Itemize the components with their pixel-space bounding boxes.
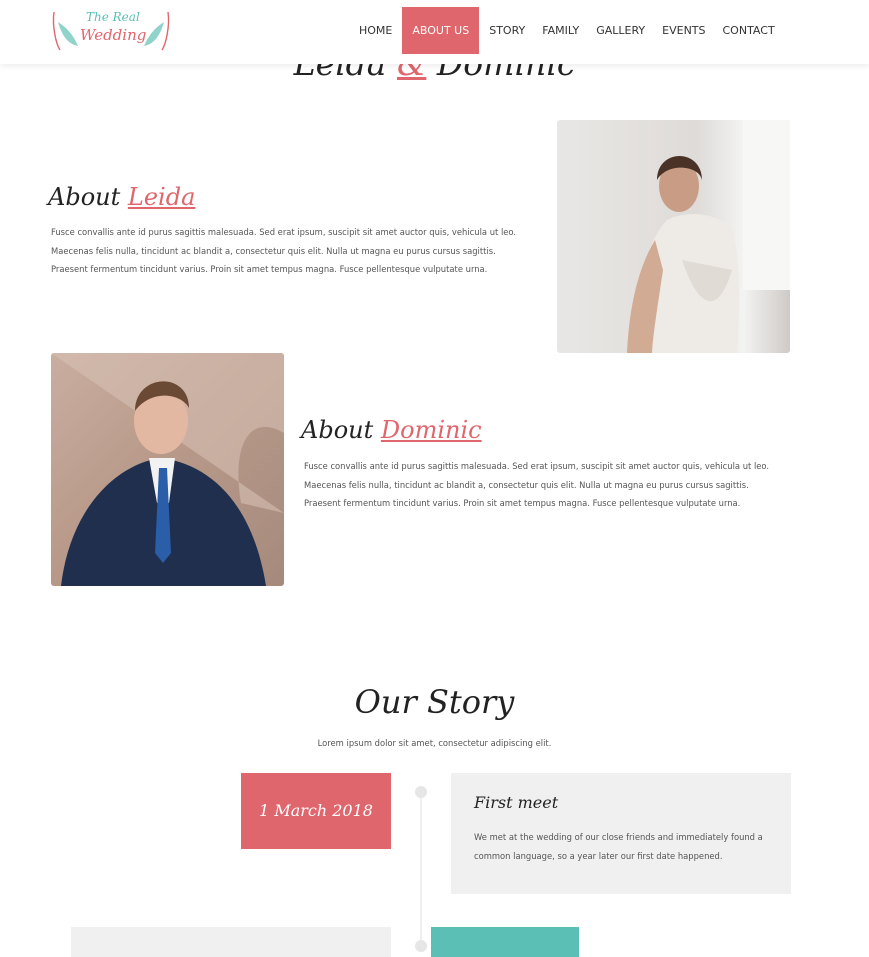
nav-events[interactable]: EVENTS (655, 7, 712, 54)
nav-about-us[interactable]: ABOUT US (402, 7, 480, 54)
event-title: First meet (474, 793, 559, 812)
site-logo[interactable]: The Real Wedding (50, 8, 172, 54)
about-dominic-line: Fusce convallis ante id purus sagittis m… (304, 461, 770, 471)
about-leida-title: About Leida (48, 183, 195, 211)
story-title: Our Story (354, 683, 515, 721)
about-dominic-title: About Dominic (301, 416, 482, 444)
nav-contact[interactable]: CONTACT (716, 7, 782, 54)
about-dominic-line: Praesent fermentum tincidunt varius. Pro… (304, 498, 741, 508)
event-card-next (71, 927, 391, 957)
about-leida-line: Maecenas felis nulla, tincidunt ac bland… (51, 245, 496, 256)
event-card: First meet We met at the wedding of our … (451, 773, 791, 894)
timeline-line (420, 793, 422, 951)
event-date-box-next (431, 927, 579, 957)
nav-story[interactable]: STORY (482, 7, 532, 54)
event-text: We met at the wedding of our close frien… (474, 832, 763, 861)
groom-photo (51, 353, 284, 586)
nav-gallery[interactable]: GALLERY (589, 7, 652, 54)
about-leida-text: Fusce convallis ante id purus sagittis m… (51, 223, 531, 279)
about-dominic-line: Maecenas felis nulla, tincidunt ac bland… (304, 479, 749, 490)
about-leida-line: Praesent fermentum tincidunt varius. Pro… (51, 264, 488, 274)
groom-figure-icon (51, 353, 284, 586)
about-dominic-prefix: About (301, 416, 374, 444)
about-dominic-text: Fusce convallis ante id purus sagittis m… (304, 457, 784, 513)
logo-line1: The Real (86, 10, 140, 24)
site-header: The Real Wedding HOME ABOUT US STORY FAM… (0, 0, 869, 64)
bride-figure-icon (627, 120, 790, 353)
bride-photo (557, 120, 790, 353)
about-dominic-name: Dominic (380, 416, 482, 444)
about-leida-prefix: About (48, 183, 121, 211)
logo-line2: Wedding (80, 26, 147, 44)
nav-family[interactable]: FAMILY (535, 7, 586, 54)
about-leida-line: Fusce convallis ante id purus sagittis m… (51, 227, 517, 237)
timeline-dot (415, 786, 427, 798)
story-subtitle: Lorem ipsum dolor sit amet, consectetur … (317, 738, 552, 748)
timeline-dot (415, 940, 427, 952)
about-leida-name: Leida (127, 183, 196, 211)
event-date-box: 1 March 2018 (241, 773, 391, 849)
main-nav: HOME ABOUT US STORY FAMILY GALLERY EVENT… (352, 7, 785, 54)
nav-home[interactable]: HOME (352, 7, 399, 54)
